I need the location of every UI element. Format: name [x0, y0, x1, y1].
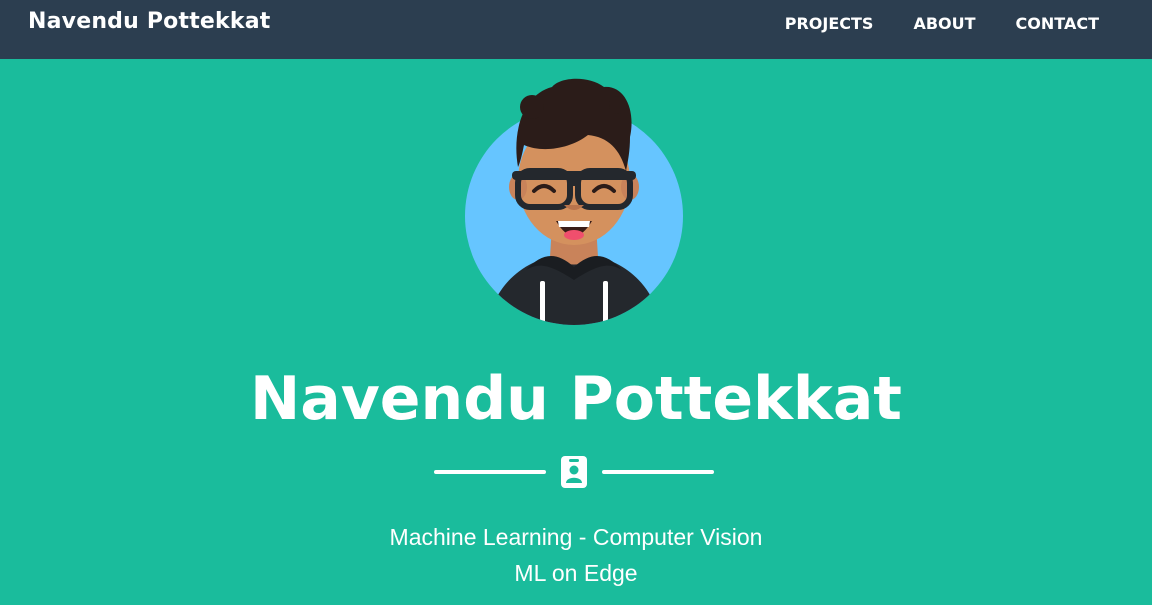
id-badge-icon	[561, 456, 587, 488]
brand-link[interactable]: Navendu Pottekkat	[28, 9, 270, 34]
navbar: Navendu Pottekkat PROJECTS ABOUT CONTACT	[0, 0, 1152, 59]
nav-link-contact[interactable]: CONTACT	[1016, 14, 1099, 33]
nav-links: PROJECTS ABOUT CONTACT	[745, 14, 1099, 33]
subheading-line-2: ML on Edge	[514, 560, 638, 586]
page-title: Navendu Pottekkat	[249, 364, 902, 434]
nav-link-projects[interactable]: PROJECTS	[785, 14, 874, 33]
star-divider	[434, 455, 714, 489]
subheading-line-1: Machine Learning - Computer Vision	[389, 524, 763, 550]
nav-link-about[interactable]: ABOUT	[913, 14, 975, 33]
divider-line-left	[434, 470, 546, 474]
avatar	[465, 78, 683, 325]
divider-line-right	[602, 470, 714, 474]
masthead: Navendu Pottekkat Machine Learning - Com…	[0, 59, 1152, 605]
